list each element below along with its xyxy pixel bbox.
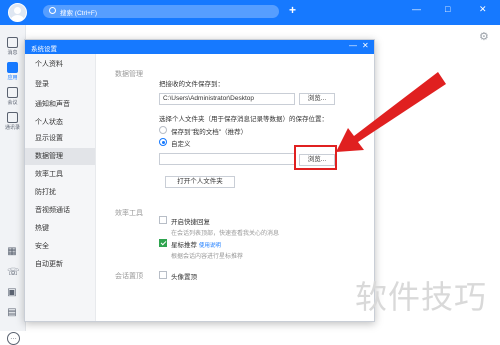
dialog-close-button[interactable]: ✕ bbox=[362, 41, 369, 50]
radio-my-documents[interactable] bbox=[159, 126, 167, 134]
nav-meetings-label: 会议 bbox=[7, 100, 18, 106]
personal-folder-label: 选择个人文件夹（用于保存消息记录等数据）的保存位置： bbox=[159, 116, 328, 123]
document-icon[interactable]: ▤ bbox=[7, 308, 17, 318]
left-nav-bar: 消息 应用 会议 通讯录 ▦ ☏ ▣ ▤ … bbox=[0, 25, 26, 345]
menu-item-hotkeys[interactable]: 热键 bbox=[25, 220, 95, 237]
storage-icon[interactable]: ▣ bbox=[7, 288, 17, 298]
settings-menu: 个人资料 登录 通知和声音 个人状态 显示设置 数据管理 效率工具 防打扰 音视… bbox=[25, 54, 96, 321]
search-placeholder: 搜索 (Ctrl+F) bbox=[60, 10, 98, 17]
menu-item-av-call[interactable]: 音视频通话 bbox=[25, 202, 95, 219]
nav-messages[interactable]: 消息 bbox=[0, 37, 25, 56]
quick-reply-checkbox[interactable] bbox=[159, 216, 167, 224]
radio-my-documents-label: 保存到"我的文档"（推荐） bbox=[171, 129, 248, 136]
open-personal-folder-button[interactable]: 打开个人文件夹 bbox=[165, 176, 235, 188]
menu-item-notifications[interactable]: 通知和声音 bbox=[25, 96, 95, 113]
section-title-efficiency: 效率工具 bbox=[115, 210, 143, 217]
nav-apps[interactable]: 应用 bbox=[0, 62, 25, 81]
calendar-icon[interactable]: ▦ bbox=[7, 247, 17, 257]
message-icon bbox=[7, 37, 18, 48]
more-icon[interactable]: … bbox=[7, 332, 20, 345]
dialog-minimize-button[interactable]: — bbox=[349, 41, 357, 50]
section-title-session-pin: 会话置顶 bbox=[115, 273, 143, 280]
section-title-data-management: 数据管理 bbox=[115, 71, 143, 78]
star-recommend-checkbox[interactable] bbox=[159, 239, 167, 247]
search-icon bbox=[49, 7, 56, 14]
dialog-title-bar: 系统设置 — ✕ bbox=[25, 40, 374, 54]
nav-messages-label: 消息 bbox=[7, 50, 18, 56]
contacts-icon bbox=[7, 112, 18, 123]
menu-item-auto-update[interactable]: 自动更新 bbox=[25, 256, 95, 273]
menu-item-profile[interactable]: 个人资料 bbox=[25, 56, 95, 73]
avatar-pin-checkbox[interactable] bbox=[159, 271, 167, 279]
radio-custom-label: 自定义 bbox=[171, 141, 191, 148]
phone-icon[interactable]: ☏ bbox=[7, 268, 20, 278]
star-recommend-text: 星标推荐 bbox=[171, 242, 197, 249]
meeting-icon bbox=[7, 87, 18, 98]
close-button[interactable]: ✕ bbox=[479, 4, 487, 14]
apps-icon bbox=[7, 62, 18, 73]
menu-item-security[interactable]: 安全 bbox=[25, 238, 95, 255]
receive-files-label: 把接收的文件保存到： bbox=[159, 81, 224, 88]
nav-meetings[interactable]: 会议 bbox=[0, 87, 25, 106]
settings-dialog: 系统设置 — ✕ 个人资料 登录 通知和声音 个人状态 显示设置 数据管理 效率… bbox=[24, 39, 375, 322]
nav-contacts-label: 通讯录 bbox=[4, 125, 20, 131]
quick-reply-label: 开启快捷回复 bbox=[171, 219, 210, 226]
top-bar: 搜索 (Ctrl+F) + — □ ✕ bbox=[0, 0, 500, 25]
custom-path-input[interactable] bbox=[159, 153, 295, 165]
minimize-button[interactable]: — bbox=[412, 4, 421, 14]
nav-contacts[interactable]: 通讯录 bbox=[0, 112, 25, 131]
quick-reply-description: 在会话列表顶部，快速查看我关心的消息 bbox=[171, 231, 280, 237]
menu-item-do-not-disturb[interactable]: 防打扰 bbox=[25, 184, 95, 201]
search-box[interactable]: 搜索 (Ctrl+F) bbox=[43, 5, 279, 18]
menu-item-display[interactable]: 显示设置 bbox=[25, 130, 95, 147]
menu-item-login[interactable]: 登录 bbox=[25, 76, 95, 93]
menu-item-status[interactable]: 个人状态 bbox=[25, 114, 95, 131]
watermark: 软件技巧 bbox=[355, 278, 488, 316]
user-avatar[interactable] bbox=[8, 3, 27, 22]
star-recommend-description: 根据会话内容进行星标推荐 bbox=[171, 254, 244, 260]
menu-item-efficiency[interactable]: 效率工具 bbox=[25, 166, 95, 183]
annotation-arrow-icon bbox=[336, 72, 446, 152]
settings-gear-icon[interactable]: ⚙ bbox=[479, 30, 489, 43]
usage-help-link[interactable]: 使用说明 bbox=[199, 243, 221, 249]
radio-custom[interactable] bbox=[159, 138, 167, 146]
receive-path-input[interactable]: C:\Users\Administrator\Desktop bbox=[159, 93, 295, 105]
maximize-button[interactable]: □ bbox=[445, 4, 450, 14]
star-recommend-label: 星标推荐 使用说明 bbox=[171, 239, 221, 249]
dialog-title: 系统设置 bbox=[31, 46, 57, 53]
add-icon[interactable]: + bbox=[289, 4, 296, 16]
avatar-pin-label: 头像置顶 bbox=[171, 274, 197, 281]
nav-apps-label: 应用 bbox=[7, 75, 18, 81]
menu-item-data-management[interactable]: 数据管理 bbox=[25, 148, 95, 165]
